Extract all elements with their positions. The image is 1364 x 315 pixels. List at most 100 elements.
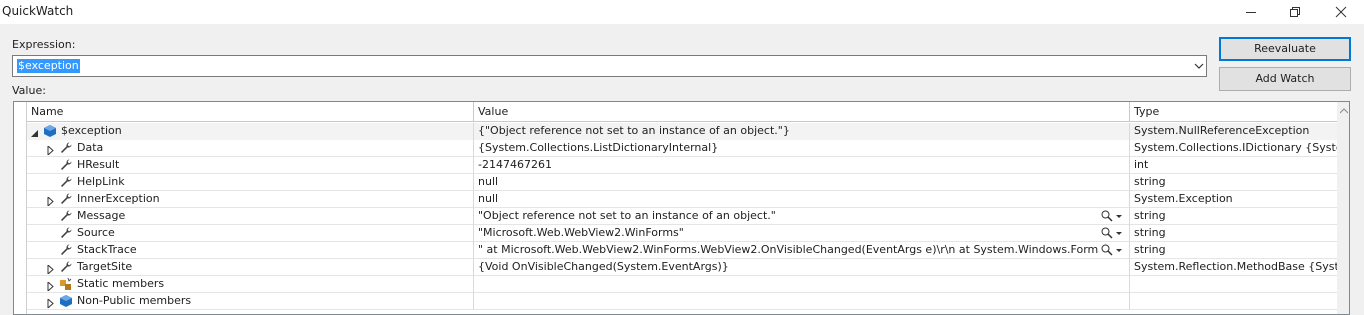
- value-cell[interactable]: {"Object reference not set to an instanc…: [474, 123, 1130, 140]
- add-watch-button[interactable]: Add Watch: [1219, 67, 1351, 91]
- expand-arrow-icon[interactable]: [47, 195, 55, 208]
- row-value: " at Microsoft.Web.WebView2.WinForms.Web…: [478, 243, 1098, 256]
- expression-input[interactable]: $exception: [17, 59, 80, 73]
- name-cell[interactable]: HelpLink: [27, 174, 474, 191]
- row-name: $exception: [61, 124, 122, 137]
- table-row[interactable]: Static members: [27, 276, 1337, 293]
- magnifier-icon[interactable]: [1100, 209, 1126, 223]
- row-value: {Void OnVisibleChanged(System.EventArgs)…: [478, 260, 729, 273]
- close-button[interactable]: [1318, 0, 1364, 24]
- value-cell[interactable]: null: [474, 191, 1130, 208]
- scroll-up-icon[interactable]: [1340, 108, 1348, 114]
- wrench-icon: [59, 260, 73, 274]
- wrench-icon: [59, 192, 73, 206]
- value-cell[interactable]: -2147467261: [474, 157, 1130, 174]
- table-row[interactable]: HResult -2147467261 int: [27, 157, 1337, 174]
- watch-grid: Name Value Type $exception {"Object refer…: [13, 101, 1350, 315]
- value-cell[interactable]: [474, 276, 1130, 293]
- table-row[interactable]: Non-Public members: [27, 293, 1337, 310]
- row-value: {System.Collections.ListDictionaryIntern…: [478, 141, 719, 154]
- expand-arrow-icon[interactable]: [47, 297, 55, 310]
- restore-icon: [1290, 7, 1300, 17]
- expanded-arrow-icon[interactable]: [31, 127, 39, 137]
- value-cell[interactable]: {Void OnVisibleChanged(System.EventArgs)…: [474, 259, 1130, 276]
- row-name: HelpLink: [77, 175, 125, 188]
- vertical-scrollbar[interactable]: [1337, 102, 1349, 314]
- type-cell: [1130, 276, 1349, 293]
- row-value: null: [478, 175, 499, 188]
- reevaluate-button[interactable]: Reevaluate: [1219, 37, 1351, 61]
- wrench-icon: [59, 209, 73, 223]
- static-members-icon: [59, 277, 73, 291]
- row-name: Message: [77, 209, 126, 222]
- object-icon: [43, 124, 57, 138]
- window-title: QuickWatch: [2, 4, 74, 18]
- row-name: StackTrace: [77, 243, 137, 256]
- type-cell: [1130, 293, 1349, 310]
- magnifier-icon[interactable]: [1100, 226, 1126, 240]
- name-cell[interactable]: InnerException: [27, 191, 474, 208]
- row-name: TargetSite: [77, 260, 133, 273]
- type-cell: System.Reflection.MethodBase {Syste...: [1130, 259, 1349, 276]
- close-icon: [1335, 6, 1347, 18]
- row-value: -2147467261: [478, 158, 552, 171]
- value-cell[interactable]: {System.Collections.ListDictionaryIntern…: [474, 140, 1130, 157]
- name-cell[interactable]: Source: [27, 225, 474, 242]
- minimize-icon: [1246, 12, 1256, 13]
- row-name: Source: [77, 226, 115, 239]
- type-cell: System.Exception: [1130, 191, 1349, 208]
- wrench-icon: [59, 175, 73, 189]
- name-cell[interactable]: Static members: [27, 276, 474, 293]
- type-cell: string: [1130, 242, 1349, 259]
- value-label: Value:: [12, 84, 46, 97]
- column-header-value[interactable]: Value: [474, 102, 1130, 122]
- grid-gutter: [14, 102, 27, 314]
- type-cell: string: [1130, 208, 1349, 225]
- name-cell[interactable]: HResult: [27, 157, 474, 174]
- name-cell[interactable]: Data: [27, 140, 474, 157]
- minimize-button[interactable]: [1228, 0, 1274, 24]
- value-cell[interactable]: "Microsoft.Web.WebView2.WinForms": [474, 225, 1130, 242]
- row-name: InnerException: [77, 192, 160, 205]
- expression-label: Expression:: [12, 38, 76, 51]
- name-cell[interactable]: $exception: [27, 123, 474, 140]
- table-row[interactable]: TargetSite {Void OnVisibleChanged(System.…: [27, 259, 1349, 276]
- wrench-icon: [59, 158, 73, 172]
- expand-arrow-icon[interactable]: [47, 280, 55, 293]
- chevron-down-icon[interactable]: [1193, 59, 1205, 73]
- table-row[interactable]: InnerException null System.Exception: [27, 191, 1337, 208]
- table-row[interactable]: HelpLink null string: [27, 174, 1337, 191]
- name-cell[interactable]: Message: [27, 208, 474, 225]
- expand-arrow-icon[interactable]: [47, 263, 55, 276]
- value-cell[interactable]: "Object reference not set to an instance…: [474, 208, 1130, 225]
- expand-arrow-icon[interactable]: [47, 144, 55, 157]
- type-cell: int: [1130, 157, 1349, 174]
- table-row[interactable]: Message "Object reference not set to an i…: [27, 208, 1337, 225]
- name-cell[interactable]: StackTrace: [27, 242, 474, 259]
- value-cell[interactable]: [474, 293, 1130, 310]
- title-bar: QuickWatch: [0, 0, 1364, 24]
- column-header-name[interactable]: Name: [27, 102, 474, 122]
- restore-button[interactable]: [1272, 0, 1318, 24]
- value-cell[interactable]: null: [474, 174, 1130, 191]
- wrench-icon: [59, 226, 73, 240]
- wrench-icon: [59, 243, 73, 257]
- table-row[interactable]: Source "Microsoft.Web.WebView2.WinForms" s…: [27, 225, 1337, 242]
- value-cell[interactable]: " at Microsoft.Web.WebView2.WinForms.Web…: [474, 242, 1130, 259]
- column-header-type[interactable]: Type: [1130, 102, 1349, 122]
- name-cell[interactable]: Non-Public members: [27, 293, 474, 310]
- table-row[interactable]: Data {System.Collections.ListDictionaryIn…: [27, 140, 1349, 157]
- row-name: Non-Public members: [77, 294, 192, 307]
- type-cell: string: [1130, 174, 1349, 191]
- name-cell[interactable]: TargetSite: [27, 259, 474, 276]
- row-value: "Microsoft.Web.WebView2.WinForms": [478, 226, 684, 239]
- type-cell: System.NullReferenceException: [1130, 123, 1349, 140]
- row-name: Data: [77, 141, 104, 154]
- table-row[interactable]: StackTrace " at Microsoft.Web.WebView2.Wi…: [27, 242, 1337, 259]
- magnifier-icon[interactable]: [1100, 243, 1126, 257]
- row-name: HResult: [77, 158, 120, 171]
- table-row[interactable]: $exception {"Object reference not set to …: [27, 123, 1349, 140]
- row-name: Static members: [77, 277, 165, 290]
- expression-combobox[interactable]: $exception: [12, 55, 1207, 77]
- grid-header: Name Value Type: [27, 102, 1337, 122]
